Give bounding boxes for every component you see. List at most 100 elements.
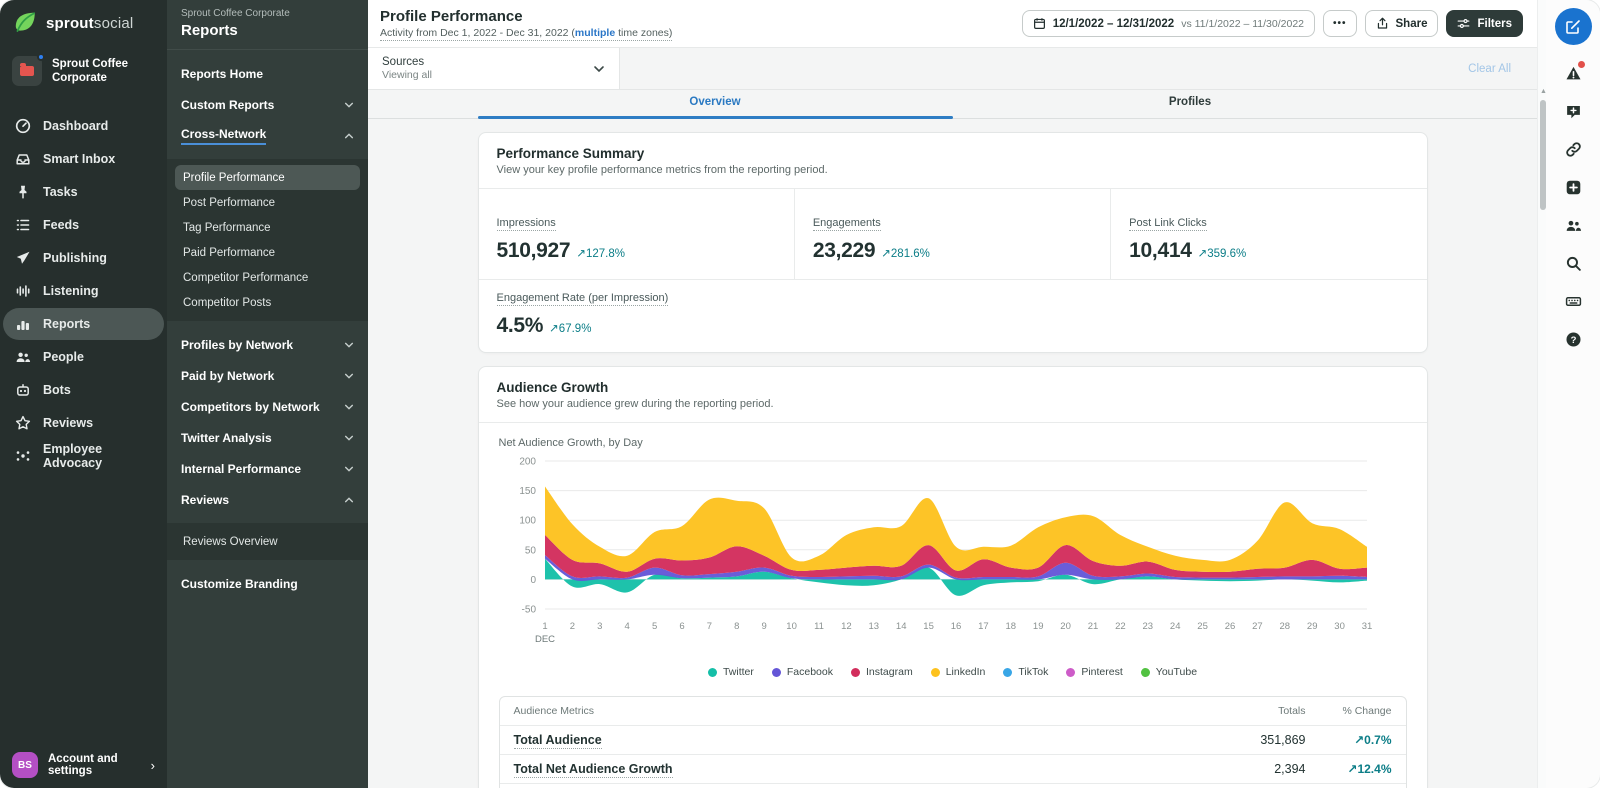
row-label[interactable]: Total Audience bbox=[514, 733, 602, 749]
reports-nav-item-custom-reports[interactable]: Custom Reports bbox=[167, 89, 368, 120]
reports-nav-item-reviews[interactable]: Reviews bbox=[167, 484, 368, 515]
add-icon[interactable] bbox=[1561, 175, 1585, 199]
reports-nav-item-competitors-by-network[interactable]: Competitors by Network bbox=[167, 391, 368, 422]
svg-text:DEC: DEC bbox=[534, 634, 554, 645]
metric-impressions: Impressions510,927↗127.8% bbox=[479, 189, 795, 279]
reports-nav-item-cross-network[interactable]: Cross-Network bbox=[167, 120, 368, 151]
scrollbar-thumb[interactable] bbox=[1540, 100, 1546, 210]
reports-nav-item-twitter-analysis[interactable]: Twitter Analysis bbox=[167, 422, 368, 453]
svg-text:22: 22 bbox=[1115, 621, 1126, 632]
filters-button[interactable]: Filters bbox=[1446, 10, 1523, 37]
reports-nav-item-reviews-overview[interactable]: Reviews Overview bbox=[175, 529, 360, 554]
svg-text:2: 2 bbox=[569, 621, 574, 632]
reports-nav-item-profile-performance[interactable]: Profile Performance bbox=[175, 165, 360, 190]
sidebar-item-feeds[interactable]: Feeds bbox=[3, 209, 164, 241]
svg-text:1: 1 bbox=[542, 621, 547, 632]
vertical-scrollbar[interactable]: ▲ bbox=[1537, 0, 1546, 788]
clear-all-link[interactable]: Clear All bbox=[1468, 63, 1511, 75]
metric-delta: ↗67.9% bbox=[549, 321, 591, 335]
svg-text:29: 29 bbox=[1306, 621, 1317, 632]
sidebar-item-reviews[interactable]: Reviews bbox=[3, 407, 164, 439]
svg-text:9: 9 bbox=[761, 621, 766, 632]
reports-nav-item-paid-by-network[interactable]: Paid by Network bbox=[167, 360, 368, 391]
alerts-icon[interactable] bbox=[1561, 61, 1585, 85]
reports-nav-item-internal-performance[interactable]: Internal Performance bbox=[167, 453, 368, 484]
reports-nav-item-profiles-by-network[interactable]: Profiles by Network bbox=[167, 329, 368, 360]
help-icon[interactable]: ? bbox=[1561, 327, 1585, 351]
link-icon[interactable] bbox=[1561, 137, 1585, 161]
sidebar-item-listening[interactable]: Listening bbox=[3, 275, 164, 307]
reports-nav-item-paid-performance[interactable]: Paid Performance bbox=[175, 240, 360, 265]
sources-value: Viewing all bbox=[382, 69, 593, 81]
app-window: sproutsocial Sprout Coffee Corporate Das… bbox=[0, 0, 1600, 788]
workspace-name: Sprout Coffee Corporate bbox=[52, 57, 155, 86]
legend-youtube[interactable]: YouTube bbox=[1141, 666, 1197, 678]
row-label[interactable]: Total Net Audience Growth bbox=[514, 762, 673, 778]
card-subtitle: See how your audience grew during the re… bbox=[497, 398, 1409, 410]
svg-text:23: 23 bbox=[1142, 621, 1153, 632]
row-change: ↗12.4% bbox=[1306, 762, 1392, 776]
svg-text:30: 30 bbox=[1334, 621, 1345, 632]
workspace-eyebrow: Sprout Coffee Corporate bbox=[181, 8, 354, 19]
table-row-total-audience: Total Audience 351,869↗0.7% bbox=[500, 725, 1406, 754]
sidebar-item-dashboard[interactable]: Dashboard bbox=[3, 110, 164, 142]
team-icon[interactable] bbox=[1561, 213, 1585, 237]
date-range-button[interactable]: 12/1/2022 – 12/31/2022 vs 11/1/2022 – 11… bbox=[1022, 10, 1315, 37]
tab-profiles[interactable]: Profiles bbox=[953, 90, 1428, 118]
sidebar-item-bots[interactable]: Bots bbox=[3, 374, 164, 406]
reports-nav-item-competitor-posts[interactable]: Competitor Posts bbox=[175, 290, 360, 315]
chevron-down-icon bbox=[593, 63, 605, 75]
search-icon[interactable] bbox=[1561, 251, 1585, 275]
scroll-up-arrow[interactable]: ▲ bbox=[1540, 88, 1547, 95]
reports-nav-item-competitor-performance[interactable]: Competitor Performance bbox=[175, 265, 360, 290]
inbox-icon bbox=[15, 151, 31, 167]
report-content: Performance Summary View your key profil… bbox=[368, 119, 1537, 788]
logo-wordmark: sproutsocial bbox=[46, 15, 133, 32]
row-change: ↗0.7% bbox=[1306, 733, 1392, 747]
legend-twitter[interactable]: Twitter bbox=[708, 666, 754, 678]
audience-growth-card: Audience Growth See how your audience gr… bbox=[478, 366, 1428, 788]
reports-nav-item-reports-home[interactable]: Reports Home bbox=[167, 58, 368, 89]
reports-nav-item-post-performance[interactable]: Post Performance bbox=[175, 190, 360, 215]
metric-label[interactable]: Engagements bbox=[813, 217, 881, 231]
notification-badge bbox=[1578, 61, 1585, 68]
reports-nav-item-tag-performance[interactable]: Tag Performance bbox=[175, 215, 360, 240]
tab-overview[interactable]: Overview bbox=[478, 90, 953, 118]
messages-icon[interactable] bbox=[1561, 99, 1585, 123]
legend-facebook[interactable]: Facebook bbox=[772, 666, 833, 678]
compose-button[interactable] bbox=[1555, 8, 1592, 45]
sources-dropdown[interactable]: Sources Viewing all bbox=[368, 48, 620, 90]
svg-text:3: 3 bbox=[597, 621, 602, 632]
sidebar-item-people[interactable]: People bbox=[3, 341, 164, 373]
reviews-icon bbox=[15, 415, 31, 431]
sidebar-item-employee-advocacy[interactable]: Employee Advocacy bbox=[3, 440, 164, 472]
svg-text:6: 6 bbox=[679, 621, 684, 632]
svg-text:150: 150 bbox=[519, 486, 536, 497]
chevron-up-icon bbox=[344, 495, 354, 505]
legend-linkedin[interactable]: LinkedIn bbox=[931, 666, 986, 678]
metric-label[interactable]: Impressions bbox=[497, 217, 556, 231]
workspace-switcher[interactable]: Sprout Coffee Corporate bbox=[0, 44, 167, 100]
legend-tiktok[interactable]: TikTok bbox=[1003, 666, 1048, 678]
multiple-timezones-link[interactable]: multiple bbox=[575, 27, 615, 39]
legend-instagram[interactable]: Instagram bbox=[851, 666, 913, 678]
sidebar-item-tasks[interactable]: Tasks bbox=[3, 176, 164, 208]
keyboard-icon[interactable] bbox=[1561, 289, 1585, 313]
metric-label[interactable]: Engagement Rate (per Impression) bbox=[497, 292, 669, 306]
reports-nav-item-customize-branding[interactable]: Customize Branding bbox=[167, 568, 368, 599]
metric-engagement-rate: Engagement Rate (per Impression) 4.5% ↗6… bbox=[479, 279, 1427, 352]
sidebar-item-smart-inbox[interactable]: Smart Inbox bbox=[3, 143, 164, 175]
svg-text:10: 10 bbox=[786, 621, 797, 632]
reports-sidebar-header: Sprout Coffee Corporate Reports bbox=[167, 0, 368, 50]
row-total: 351,869 bbox=[1186, 733, 1306, 747]
sidebar-item-publishing[interactable]: Publishing bbox=[3, 242, 164, 274]
legend-pinterest[interactable]: Pinterest bbox=[1066, 666, 1122, 678]
metric-label[interactable]: Post Link Clicks bbox=[1129, 217, 1207, 231]
share-button[interactable]: Share bbox=[1365, 10, 1439, 37]
reports-sidebar: Sprout Coffee Corporate Reports Reports … bbox=[167, 0, 368, 788]
legend-dot bbox=[931, 668, 940, 677]
svg-text:15: 15 bbox=[923, 621, 934, 632]
more-actions-button[interactable]: ••• bbox=[1323, 10, 1357, 37]
account-settings[interactable]: BS Account and settings › bbox=[0, 742, 167, 788]
sidebar-item-reports[interactable]: Reports bbox=[3, 308, 164, 340]
